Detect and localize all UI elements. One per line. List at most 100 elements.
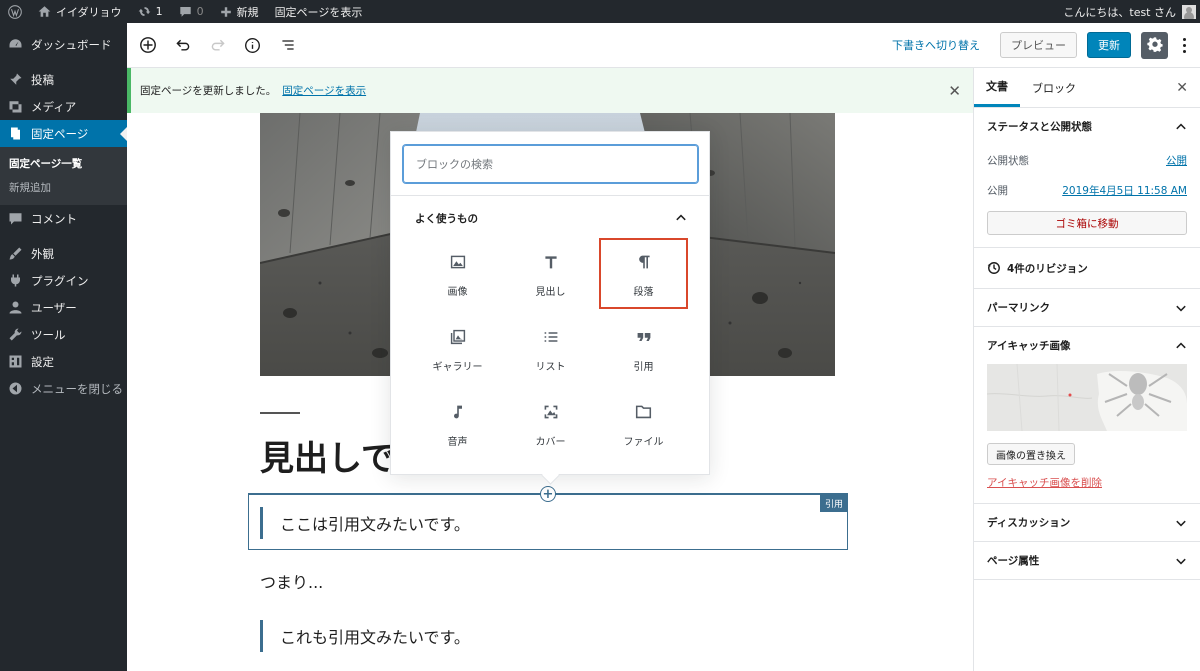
visibility-toggle[interactable]: 公開 xyxy=(1166,153,1187,168)
comments-link[interactable]: 0 xyxy=(171,0,212,23)
greeting: こんにちは、test さん xyxy=(1063,5,1176,19)
publish-date-toggle[interactable]: 2019年4月5日 11:58 AM xyxy=(1062,183,1187,198)
discussion-panel-toggle[interactable]: ディスカッション xyxy=(974,504,1200,541)
menu-label: メディア xyxy=(31,99,77,114)
replace-image-button[interactable]: 画像の置き換え xyxy=(987,443,1075,465)
tab-document[interactable]: 文書 xyxy=(974,68,1020,107)
heading-block[interactable]: 見出しで xyxy=(260,431,395,480)
sidebar-tabs: 文書 ブロック ✕ xyxy=(974,68,1200,108)
pin-icon xyxy=(7,72,23,88)
more-tools-button[interactable] xyxy=(1174,32,1194,59)
paragraph-block[interactable]: つまり... xyxy=(260,569,323,593)
status-panel-toggle[interactable]: ステータスと公開状態 xyxy=(974,108,1200,145)
close-icon[interactable]: ✕ xyxy=(1176,80,1188,96)
info-button[interactable] xyxy=(238,31,267,60)
switch-to-draft-link[interactable]: 下書きへ切り替え xyxy=(892,37,980,53)
wordpress-logo[interactable] xyxy=(0,0,30,23)
panel-title: ディスカッション xyxy=(987,517,1071,529)
menu-users[interactable]: ユーザー xyxy=(0,294,127,321)
submenu-add-new[interactable]: 新規追加 xyxy=(0,175,127,199)
menu-media[interactable]: メディア xyxy=(0,93,127,120)
menu-posts[interactable]: 投稿 xyxy=(0,66,127,93)
heading-icon xyxy=(539,250,563,274)
menu-tools[interactable]: ツール xyxy=(0,321,127,348)
chevron-up-icon xyxy=(676,214,686,221)
block-type-list[interactable]: リスト xyxy=(506,313,595,384)
outline-icon xyxy=(281,40,294,50)
admin-menu: ダッシュボード 投稿 メディア 固定ページ 固定ページ一覧 新規追加 コメント … xyxy=(0,23,127,671)
block-label: 音声 xyxy=(447,436,468,448)
updates-link[interactable]: 1 xyxy=(130,0,171,23)
redo-icon xyxy=(211,39,225,51)
featured-image-thumbnail[interactable] xyxy=(987,364,1187,431)
block-search-input[interactable] xyxy=(416,157,697,171)
quote-block-2[interactable]: これも引用文みたいです。 xyxy=(260,620,470,652)
settings-toggle-button[interactable] xyxy=(1141,31,1168,59)
site-name: イイダリョウ xyxy=(56,5,122,19)
menu-appearance[interactable]: 外観 xyxy=(0,240,127,267)
updates-count: 1 xyxy=(155,5,163,18)
most-used-panel-toggle[interactable]: よく使うもの xyxy=(415,208,687,228)
block-label: ファイル xyxy=(623,436,664,448)
add-block-button[interactable] xyxy=(133,31,162,60)
revisions-link[interactable]: 4件のリビジョン xyxy=(974,248,1200,288)
menu-collapse[interactable]: メニューを閉じる xyxy=(0,375,127,402)
menu-settings[interactable]: 設定 xyxy=(0,348,127,375)
featured-image-panel: アイキャッチ画像 画像の置き換え アイキャッチ画像を削除 xyxy=(974,327,1200,504)
panel-title: パーマリンク xyxy=(987,302,1050,314)
publish-row: 公開 2019年4月5日 11:58 AM xyxy=(974,175,1200,205)
menu-label: コメント xyxy=(31,211,77,226)
wordpress-icon xyxy=(8,4,22,19)
block-inserter-popover: よく使うもの 画像 見出し 段落 ギャラリー リスト 引用 音声 xyxy=(390,131,710,475)
menu-comments[interactable]: コメント xyxy=(0,205,127,232)
menu-pages[interactable]: 固定ページ xyxy=(0,120,127,147)
featured-image-panel-toggle[interactable]: アイキャッチ画像 xyxy=(974,327,1200,364)
panel-title: よく使うもの xyxy=(415,212,478,225)
visibility-label: 公開状態 xyxy=(987,154,1029,167)
new-content-link[interactable]: 新規 xyxy=(212,0,267,23)
update-button[interactable]: 更新 xyxy=(1087,32,1131,58)
map-image xyxy=(987,364,1187,431)
sibling-inserter-plus-icon[interactable]: + xyxy=(540,486,556,502)
preview-button[interactable]: プレビュー xyxy=(1000,32,1077,58)
menu-dashboard[interactable]: ダッシュボード xyxy=(0,31,127,58)
pages-submenu: 固定ページ一覧 新規追加 xyxy=(0,147,127,205)
block-label: 段落 xyxy=(633,286,654,298)
block-type-quote[interactable]: 引用 xyxy=(599,313,688,384)
undo-button[interactable] xyxy=(168,31,197,60)
revisions-label: 4件のリビジョン xyxy=(1007,262,1088,275)
move-to-trash-button[interactable]: ゴミ箱に移動 xyxy=(987,211,1187,235)
site-name-link[interactable]: イイダリョウ xyxy=(30,0,130,23)
comments-count: 0 xyxy=(196,5,204,18)
outline-button[interactable] xyxy=(273,31,302,60)
separator-block[interactable] xyxy=(260,412,300,414)
page-attributes-panel-toggle[interactable]: ページ属性 xyxy=(974,542,1200,579)
tab-block[interactable]: ブロック xyxy=(1020,68,1088,107)
gear-icon xyxy=(1146,37,1163,52)
quote-block-1[interactable]: ここは引用文みたいです。 xyxy=(260,507,470,539)
publish-label: 公開 xyxy=(987,184,1008,197)
block-types-list: 画像 見出し 段落 ギャラリー リスト 引用 音声 カバー ファイル xyxy=(411,236,691,461)
discussion-panel: ディスカッション xyxy=(974,504,1200,542)
block-type-file[interactable]: ファイル xyxy=(599,388,688,459)
permalink-panel-toggle[interactable]: パーマリンク xyxy=(974,289,1200,326)
view-page-link[interactable]: 固定ページを表示 xyxy=(267,0,371,23)
block-type-heading[interactable]: 見出し xyxy=(506,238,595,309)
redo-button[interactable] xyxy=(203,31,232,60)
block-type-cover[interactable]: カバー xyxy=(506,388,595,459)
submenu-all-pages[interactable]: 固定ページ一覧 xyxy=(0,151,127,175)
block-type-gallery[interactable]: ギャラリー xyxy=(413,313,502,384)
block-type-audio[interactable]: 音声 xyxy=(413,388,502,459)
notice-close-icon[interactable]: ✕ xyxy=(948,82,961,100)
block-type-paragraph[interactable]: 段落 xyxy=(599,238,688,309)
block-type-image[interactable]: 画像 xyxy=(413,238,502,309)
block-type-label: 引用 xyxy=(819,495,848,512)
comment-icon xyxy=(7,211,23,227)
remove-featured-image-link[interactable]: アイキャッチ画像を削除 xyxy=(974,465,1200,503)
menu-label: 設定 xyxy=(31,354,54,369)
notice-view-page-link[interactable]: 固定ページを表示 xyxy=(282,83,366,98)
dashboard-icon xyxy=(7,37,23,53)
account-menu[interactable]: こんにちは、test さん xyxy=(1063,4,1200,20)
block-label: ギャラリー xyxy=(432,361,483,373)
menu-plugins[interactable]: プラグイン xyxy=(0,267,127,294)
